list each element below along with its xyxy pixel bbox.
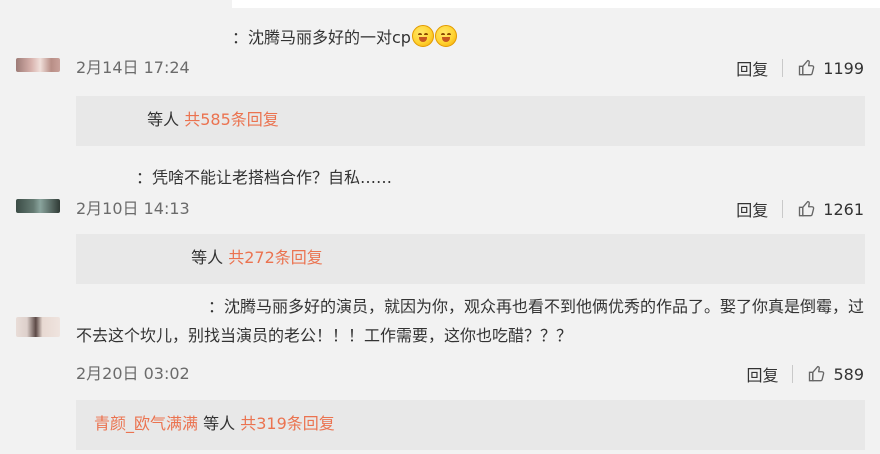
reply-summary-text: 等人 共585条回复 (94, 110, 279, 130)
like-count: 1199 (823, 58, 864, 78)
reply-count-link[interactable]: 共272条回复 (228, 248, 323, 267)
comment-1-timestamp: 2月14日 17:24 (76, 58, 190, 77)
comment-2-timestamp: 2月10日 14:13 (76, 199, 190, 218)
comment-3-timestamp: 2月20日 03:02 (76, 364, 190, 383)
comment-1-text: ：沈腾马丽多好的一对cp (232, 25, 457, 49)
comment-list-page: ：沈腾马丽多好的一对cp 2月14日 17:24 回复 1199 等人 共585… (0, 0, 880, 454)
like-button[interactable]: 1199 (797, 58, 864, 78)
thumbs-up-icon (809, 365, 825, 382)
reply-names[interactable]: 青颜_欧气满满 (94, 414, 198, 433)
like-count: 1261 (823, 199, 864, 219)
reply-summary-box[interactable]: 等人 共272条回复 (76, 234, 865, 284)
avatar[interactable] (16, 58, 60, 72)
top-white-strip (232, 0, 880, 8)
reply-summary-text: 青颜_欧气满满 等人 共319条回复 (94, 414, 335, 434)
action-divider (782, 200, 784, 218)
reply-count-link[interactable]: 共585条回复 (184, 110, 279, 129)
avatar[interactable] (16, 199, 60, 213)
reply-summary-text: 等人 共272条回复 (94, 248, 323, 268)
action-divider (792, 365, 794, 383)
like-count: 589 (833, 364, 864, 384)
comment-2-body: ：凭啥不能让老搭档合作？自私…… (136, 168, 393, 187)
comment-2-actions: 回复 1261 (736, 197, 864, 221)
like-button[interactable]: 1261 (797, 199, 864, 219)
avatar[interactable] (16, 317, 60, 337)
reply-suffix: 等人 (147, 110, 180, 129)
comment-2-text: ：凭啥不能让老搭档合作？自私…… (136, 167, 392, 189)
reply-suffix: 等人 (191, 248, 224, 267)
like-button[interactable]: 589 (807, 364, 864, 384)
reply-count-link[interactable]: 共319条回复 (240, 414, 335, 433)
thumbs-up-icon (799, 200, 815, 217)
comment-3-body: ：沈腾马丽多好的演员，就因为你，观众再也看不到他俩优秀的作品了。娶了你真是倒霉，… (76, 297, 865, 345)
reply-button[interactable]: 回复 (736, 197, 768, 221)
comment-1-actions: 回复 1199 (736, 56, 864, 80)
comment-3-text: ：沈腾马丽多好的演员，就因为你，观众再也看不到他俩优秀的作品了。娶了你真是倒霉，… (76, 292, 866, 350)
reply-button[interactable]: 回复 (736, 56, 768, 80)
thumbs-up-icon (799, 59, 815, 76)
reply-button[interactable]: 回复 (746, 362, 778, 386)
laughing-emoji-icon (434, 25, 457, 47)
comment-3-actions: 回复 589 (746, 362, 864, 386)
reply-summary-box[interactable]: 青颜_欧气满满 等人 共319条回复 (76, 400, 865, 450)
comment-1-body: ：沈腾马丽多好的一对cp (232, 28, 411, 47)
reply-summary-box[interactable]: 等人 共585条回复 (76, 96, 865, 146)
reply-suffix: 等人 (203, 414, 236, 433)
laughing-emoji-icon (411, 25, 434, 47)
action-divider (782, 59, 784, 77)
